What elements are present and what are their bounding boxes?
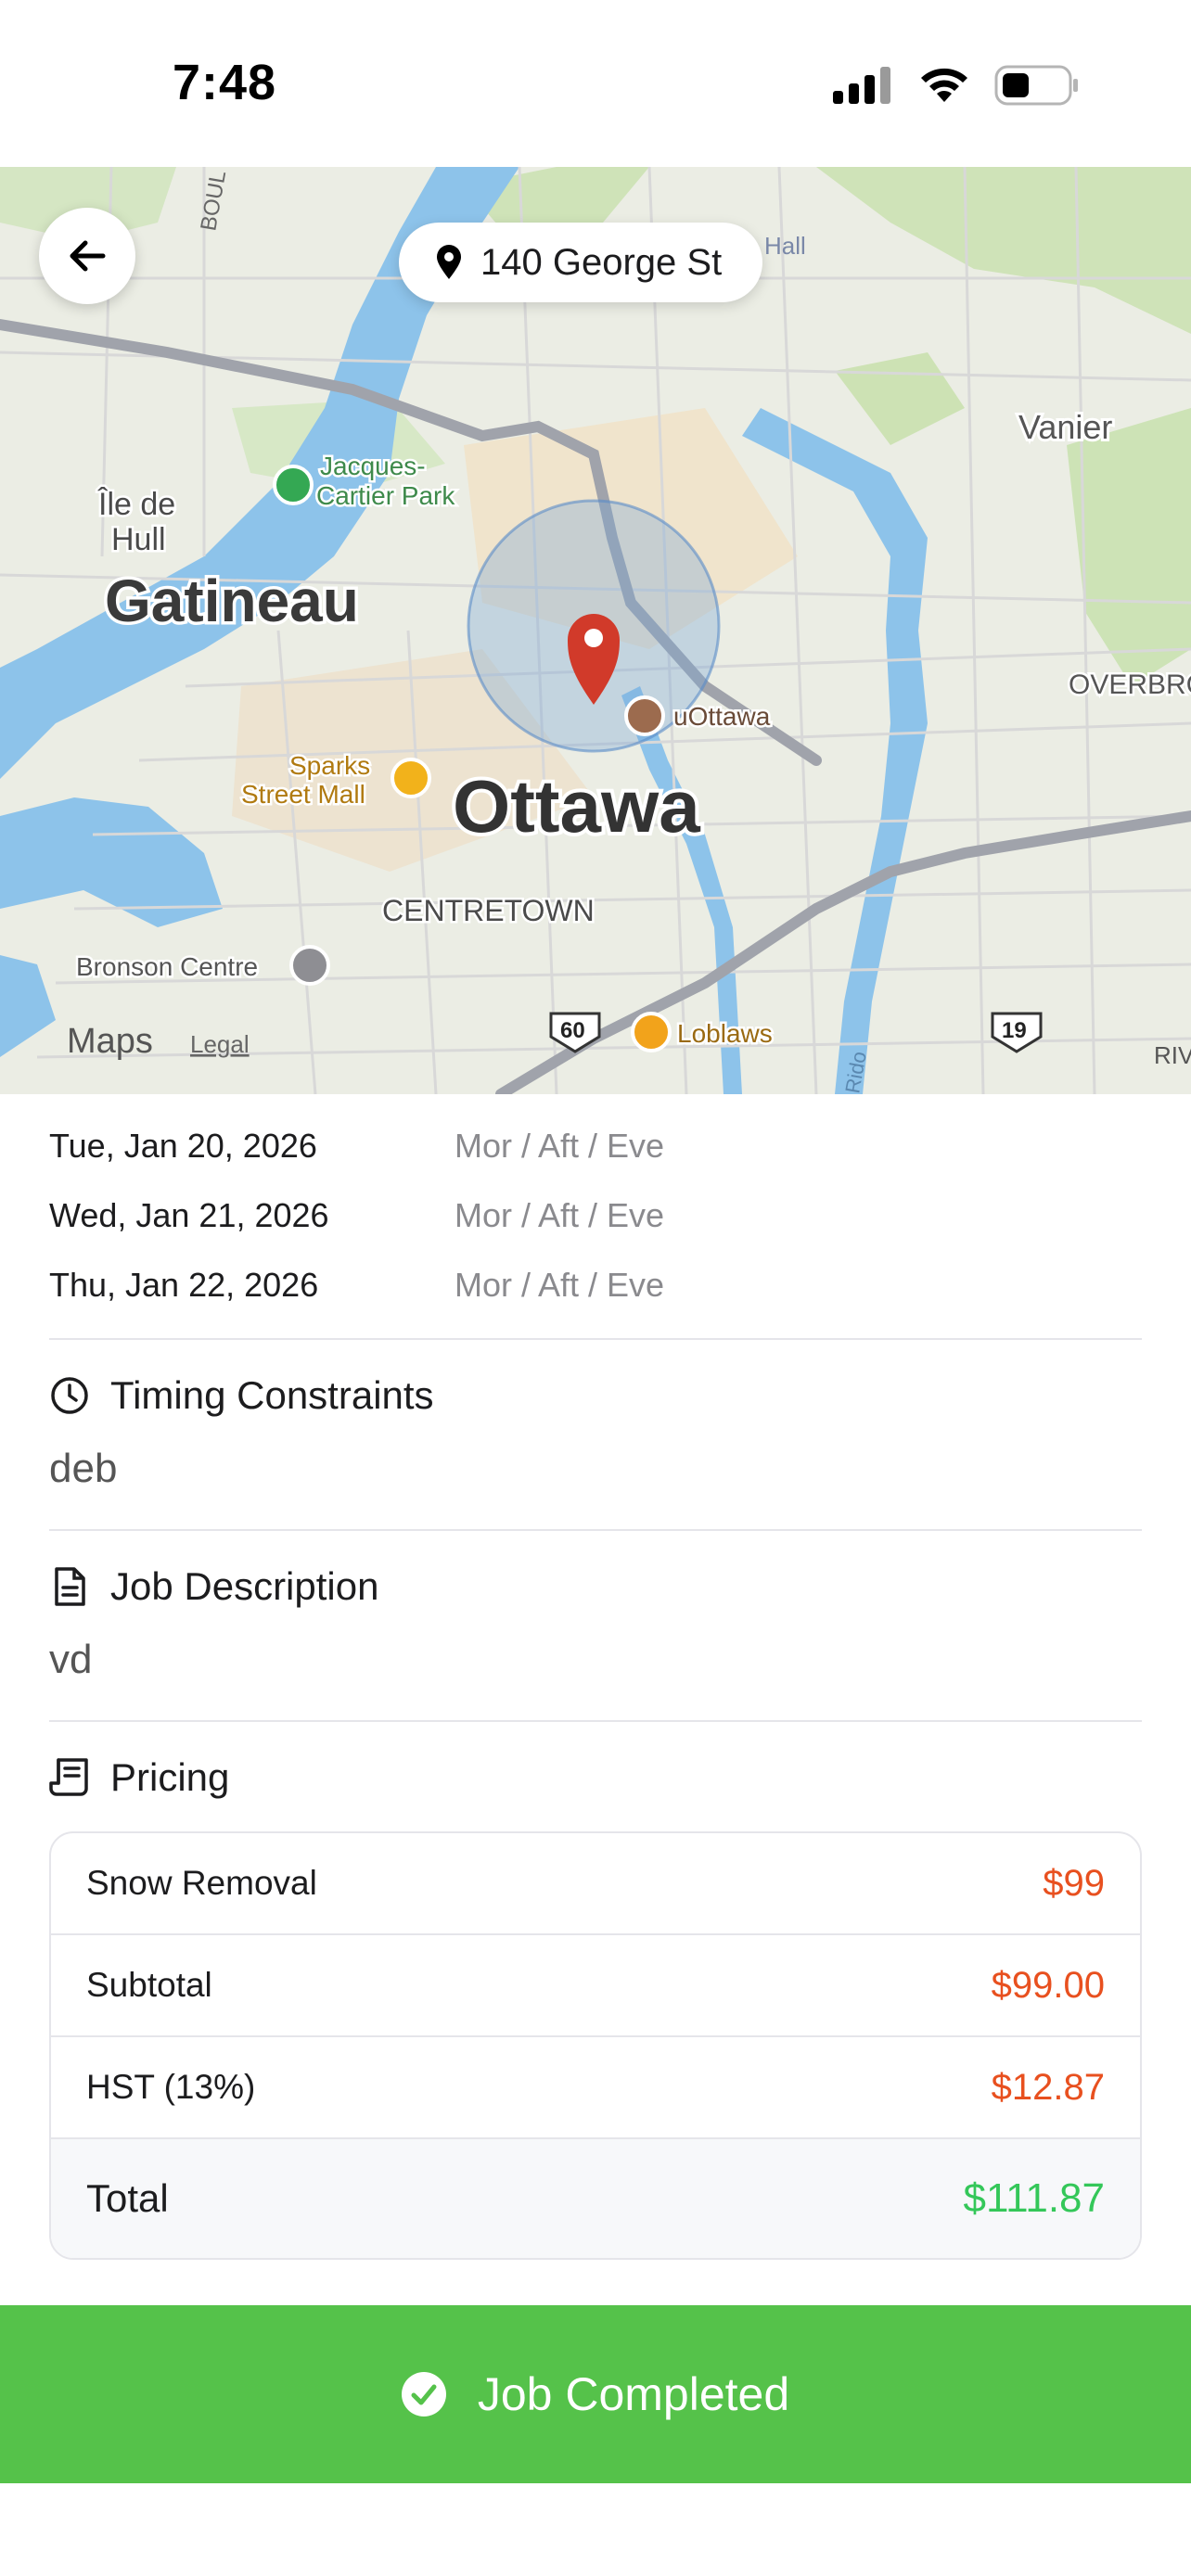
job-description-section: Job Description vd (49, 1531, 1142, 1720)
timing-constraints-header: Timing Constraints (49, 1373, 1142, 1418)
map-label-uottawa: uOttawa (673, 702, 771, 731)
availability-slots: Mor / Aft / Eve (455, 1195, 665, 1234)
map-label-sparks-2: Street Mall (241, 780, 365, 809)
job-description-value: vd (49, 1637, 93, 1682)
receipt-icon (49, 1757, 90, 1798)
map-label-bronson: Bronson Centre (76, 952, 258, 981)
price-row-tax: HST (13%) $12.87 (51, 2037, 1140, 2139)
address-text: 140 George St (480, 241, 723, 283)
address-pill[interactable]: 140 George St (399, 223, 763, 302)
route-19-label: 19 (1002, 1018, 1027, 1043)
availability-date: Wed, Jan 21, 2026 (49, 1195, 329, 1234)
pricing-section: Pricing Snow Removal $99 Subtotal $99.00… (49, 1722, 1142, 2260)
availability-slots: Mor / Aft / Eve (455, 1265, 665, 1304)
price-row-total: Total $111.87 (51, 2139, 1140, 2258)
map-label-vanier: Vanier (1018, 408, 1112, 446)
price-label: Snow Removal (86, 1864, 317, 1902)
timing-constraints-title: Timing Constraints (110, 1373, 434, 1417)
availability-date: Tue, Jan 20, 2026 (49, 1126, 317, 1165)
apple-maps-logo: Maps (67, 1022, 153, 1061)
availability-slots: Mor / Aft / Eve (455, 1126, 665, 1165)
total-amount: $111.87 (963, 2175, 1105, 2221)
map-pin-icon (437, 245, 461, 279)
battery-icon (994, 65, 1078, 106)
cellular-signal-icon (833, 67, 890, 104)
map-label-ile-de-hull-2: Hull (111, 522, 166, 557)
availability-list: Tue, Jan 20, 2026 Mor / Aft / Eve Wed, J… (49, 1094, 1142, 1338)
back-button[interactable] (39, 208, 135, 304)
job-details: Tue, Jan 20, 2026 Mor / Aft / Eve Wed, J… (49, 1094, 1142, 2260)
check-circle-icon (401, 2372, 446, 2417)
job-completed-button[interactable]: Job Completed (0, 2305, 1191, 2483)
timing-constraints-value: deb (49, 1446, 118, 1491)
location-map[interactable]: Vanier Jacques-Cartier Park Île de Hull … (0, 167, 1191, 1094)
status-bar: 7:48 (0, 0, 1191, 167)
price-row-subtotal: Subtotal $99.00 (51, 1935, 1140, 2037)
map-label-ottawa: Ottawa (453, 765, 700, 848)
status-icons (833, 65, 1080, 106)
map-label-riv: RIV (1154, 1041, 1191, 1069)
map-label-loblaws: Loblaws (677, 1019, 773, 1048)
document-icon (49, 1566, 90, 1607)
timing-constraints-section: Timing Constraints deb (49, 1340, 1142, 1529)
map-label-sparks-1: Sparks (289, 751, 370, 780)
price-label: Subtotal (86, 1966, 212, 2004)
pricing-card: Snow Removal $99 Subtotal $99.00 HST (13… (49, 1831, 1142, 2260)
arrow-left-icon (70, 240, 106, 272)
price-amount: $12.87 (991, 2066, 1105, 2108)
map-label-hall: Hall (764, 232, 806, 260)
availability-date: Thu, Jan 22, 2026 (49, 1265, 319, 1304)
wifi-icon (921, 68, 967, 102)
price-label: HST (13%) (86, 2068, 256, 2106)
availability-row: Wed, Jan 21, 2026 Mor / Aft / Eve (49, 1180, 1142, 1250)
map-label-ile-de-hull-1: Île de (97, 487, 175, 522)
map-legal-link[interactable]: Legal (190, 1030, 250, 1058)
pricing-header: Pricing (49, 1755, 1142, 1800)
availability-row: Tue, Jan 20, 2026 Mor / Aft / Eve (49, 1111, 1142, 1180)
total-label: Total (86, 2176, 169, 2220)
route-60-label: 60 (560, 1018, 585, 1043)
pricing-title: Pricing (110, 1755, 230, 1799)
availability-row: Thu, Jan 22, 2026 Mor / Aft / Eve (49, 1250, 1142, 1320)
job-description-header: Job Description (49, 1564, 1142, 1609)
price-row-service: Snow Removal $99 (51, 1833, 1140, 1935)
clock-icon (49, 1375, 90, 1416)
map-label-overbrook: OVERBRO (1069, 670, 1191, 700)
price-amount: $99 (1043, 1862, 1105, 1904)
status-time: 7:48 (173, 55, 277, 110)
map-label-gatineau: Gatineau (105, 567, 359, 634)
job-completed-label: Job Completed (477, 2368, 790, 2420)
price-amount: $99.00 (991, 1964, 1105, 2006)
map-label-centretown: CENTRETOWN (382, 894, 595, 927)
job-description-title: Job Description (110, 1564, 379, 1608)
